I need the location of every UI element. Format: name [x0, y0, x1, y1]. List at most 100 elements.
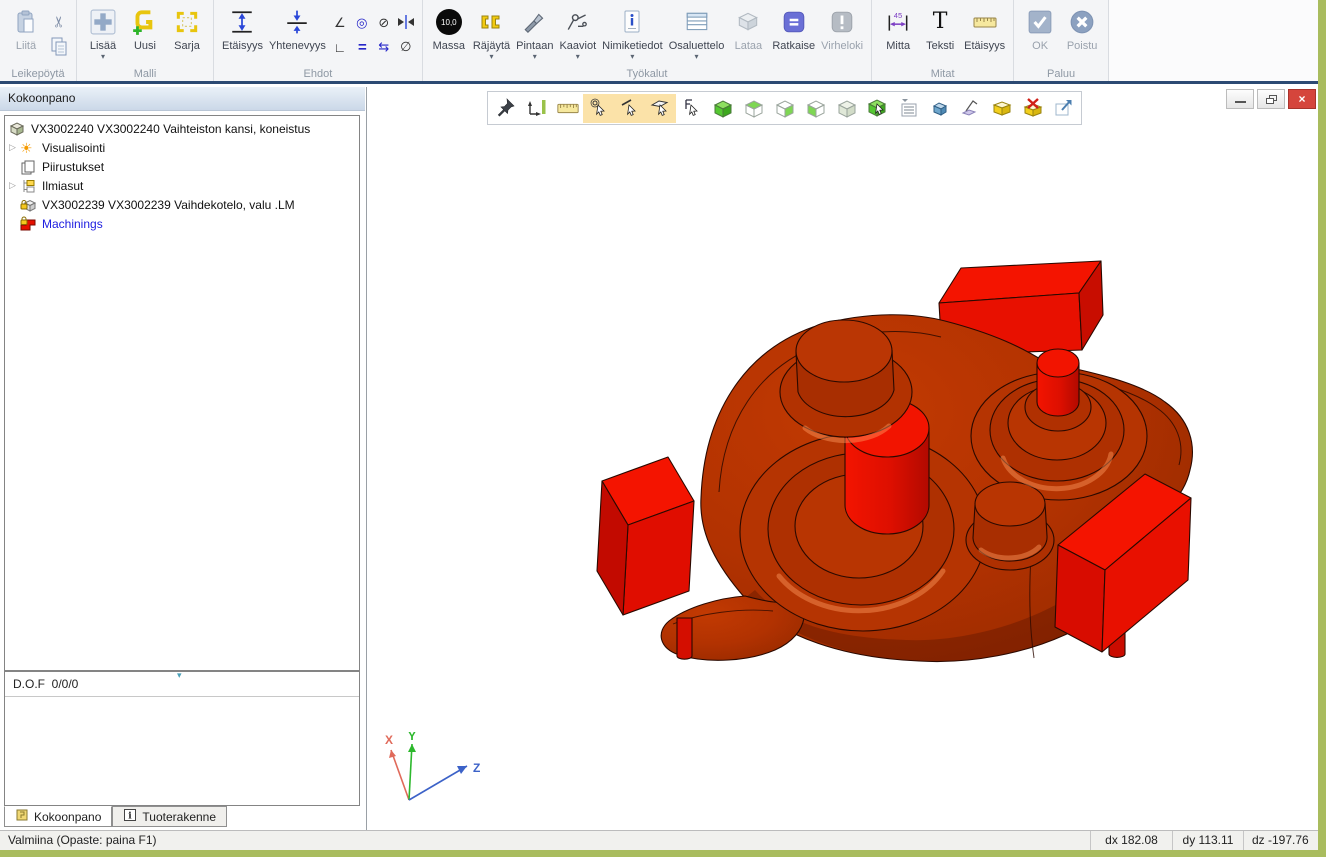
axis-y-label: Y — [408, 732, 416, 743]
text-button[interactable]: T Teksti — [919, 2, 961, 54]
tree-item-drawings[interactable]: Piirustukset — [5, 157, 359, 176]
tree-item-configurations[interactable]: ▷ Ilmiasut — [5, 176, 359, 195]
select-vertex-icon[interactable] — [583, 94, 614, 123]
parts-list-button[interactable]: Osaluettelo ▾ — [666, 2, 728, 63]
dimension-label: Mitta — [886, 40, 910, 52]
ok-button[interactable]: OK — [1019, 2, 1061, 54]
parallel-constraint-icon[interactable]: = — [358, 39, 366, 56]
box-delete-icon[interactable] — [1017, 94, 1048, 123]
copy-icon[interactable] — [49, 36, 69, 61]
coincident-constraint-button[interactable]: Yhtenevyys — [266, 2, 329, 54]
tab-assembly[interactable]: Kokoonpano — [4, 806, 112, 827]
symmetric-constraint-icon[interactable] — [397, 14, 415, 33]
series-button[interactable]: Sarja — [166, 2, 208, 54]
group-label-clipboard: Leikepöytä — [0, 68, 76, 80]
perpendicular-constraint-icon[interactable]: ∟ — [333, 40, 346, 55]
display-top-face-icon[interactable] — [738, 94, 769, 123]
select-face-icon[interactable] — [645, 94, 676, 123]
explode-button[interactable]: Räjäytä ▾ — [470, 2, 513, 63]
to-surface-dropdown-icon[interactable]: ▾ — [533, 52, 537, 61]
tree-item-root[interactable]: VX3002240 VX3002240 Vaihteiston kansi, k… — [5, 119, 359, 138]
ok-check-icon — [1027, 4, 1053, 40]
axis-triad: X Y Z — [379, 732, 489, 807]
paste-button[interactable]: Liitä — [5, 2, 47, 54]
schematics-dropdown-icon[interactable]: ▾ — [576, 52, 580, 61]
ribbon: Liitä ✂ Leikepöytä Lisää ▾ — [0, 0, 1318, 84]
tree-item-label: Piirustukset — [39, 160, 104, 174]
box-open-icon[interactable] — [986, 94, 1017, 123]
new-button[interactable]: Uusi — [124, 2, 166, 54]
load-button[interactable]: Lataa — [727, 2, 769, 54]
model-gearbox-cover[interactable] — [589, 250, 1219, 670]
ribbon-empty-area — [1109, 0, 1318, 81]
display-front-face-icon[interactable] — [800, 94, 831, 123]
dimension-button[interactable]: 45 Mitta — [877, 2, 919, 54]
paste-label: Liitä — [16, 40, 36, 52]
error-log-button[interactable]: Virheloki — [818, 2, 866, 54]
tab-product-structure[interactable]: i Tuoterakenne — [112, 806, 227, 827]
error-log-label: Virheloki — [821, 40, 863, 52]
profile-solid-icon[interactable] — [924, 94, 955, 123]
select-edge-icon[interactable] — [614, 94, 645, 123]
coincident-constraint-icon — [284, 4, 310, 40]
display-right-face-icon[interactable] — [769, 94, 800, 123]
distance-constraint-label: Etäisyys — [222, 40, 263, 52]
list-menu-icon[interactable] — [893, 94, 924, 123]
viewport-canvas[interactable]: × — [366, 87, 1318, 830]
minimize-icon — [1235, 101, 1246, 103]
new-part-icon — [132, 4, 158, 40]
distance-constraint-icon — [229, 4, 255, 40]
restore-button[interactable] — [1257, 89, 1285, 109]
explode-dropdown-icon[interactable]: ▾ — [489, 52, 493, 61]
display-pale-cube-icon[interactable] — [831, 94, 862, 123]
parallel-arrows-constraint-icon[interactable]: ⇆ — [378, 39, 389, 55]
status-dx: dx 182.08 — [1090, 831, 1172, 850]
status-dy: dy 113.11 — [1172, 831, 1243, 850]
expander-icon[interactable]: ▷ — [5, 142, 20, 153]
tab-label: Kokoonpano — [34, 810, 101, 824]
tree-item-label: Ilmiasut — [39, 179, 83, 193]
minimize-button[interactable] — [1226, 89, 1254, 109]
select-solid-icon[interactable] — [862, 94, 893, 123]
measure-icon[interactable] — [521, 94, 552, 123]
ruler-icon[interactable] — [552, 94, 583, 123]
tree-item-label: VX3002240 VX3002240 Vaihteiston kansi, k… — [28, 122, 310, 136]
select-feature-icon[interactable] — [676, 94, 707, 123]
measure-distance-button[interactable]: Etäisyys — [961, 2, 1008, 54]
parts-list-dropdown-icon[interactable]: ▾ — [695, 52, 699, 61]
cut-icon[interactable]: ✂ — [50, 8, 68, 28]
solve-button[interactable]: Ratkaise — [769, 2, 818, 54]
item-data-label: Nimiketiedot — [602, 40, 663, 52]
pin-icon[interactable] — [490, 94, 521, 123]
distance-constraint-button[interactable]: Etäisyys — [219, 2, 266, 54]
add-dropdown-icon[interactable]: ▾ — [101, 52, 105, 61]
mass-button[interactable]: 10,0 Massa — [428, 2, 470, 54]
schematics-button[interactable]: Kaaviot ▾ — [556, 2, 599, 63]
machinings-icon — [20, 216, 39, 232]
ribbon-group-tools: 10,0 Massa Räjäytä ▾ Pintaan ▾ — [423, 0, 872, 81]
tree-item-machinings[interactable]: Machinings — [5, 214, 359, 233]
expander-icon[interactable]: ▷ — [5, 180, 20, 191]
exit-button[interactable]: Poistu — [1061, 2, 1103, 54]
collapse-arrow-icon[interactable]: ▾ — [177, 671, 182, 679]
display-solid-icon[interactable] — [707, 94, 738, 123]
to-surface-button[interactable]: Pintaan ▾ — [513, 2, 556, 63]
concentric-constraint-icon[interactable]: ◎ — [356, 15, 367, 31]
assembly-tree: VX3002240 VX3002240 Vaihteiston kansi, k… — [4, 115, 360, 671]
item-data-button[interactable]: Nimiketiedot ▾ — [599, 2, 666, 63]
fix-constraint-icon[interactable]: ∅ — [400, 39, 411, 55]
load-icon — [735, 4, 761, 40]
close-button[interactable]: × — [1288, 89, 1316, 109]
viewport-toolbar — [487, 91, 1082, 125]
tangent-constraint-icon[interactable]: ⊘ — [378, 15, 389, 31]
add-button[interactable]: Lisää ▾ — [82, 2, 124, 63]
export-view-icon[interactable] — [1048, 94, 1079, 123]
tree-item-part[interactable]: VX3002239 VX3002239 Vaihdekotelo, valu .… — [5, 195, 359, 214]
explode-icon — [478, 4, 504, 40]
tree-item-visualization[interactable]: ▷ ☀ Visualisointi — [5, 138, 359, 157]
angle-constraint-icon[interactable]: ∠ — [334, 15, 346, 31]
item-data-dropdown-icon[interactable]: ▾ — [630, 52, 634, 61]
schematics-label: Kaaviot — [559, 40, 596, 52]
parts-list-icon — [683, 4, 711, 40]
sketch-plane-icon[interactable] — [955, 94, 986, 123]
